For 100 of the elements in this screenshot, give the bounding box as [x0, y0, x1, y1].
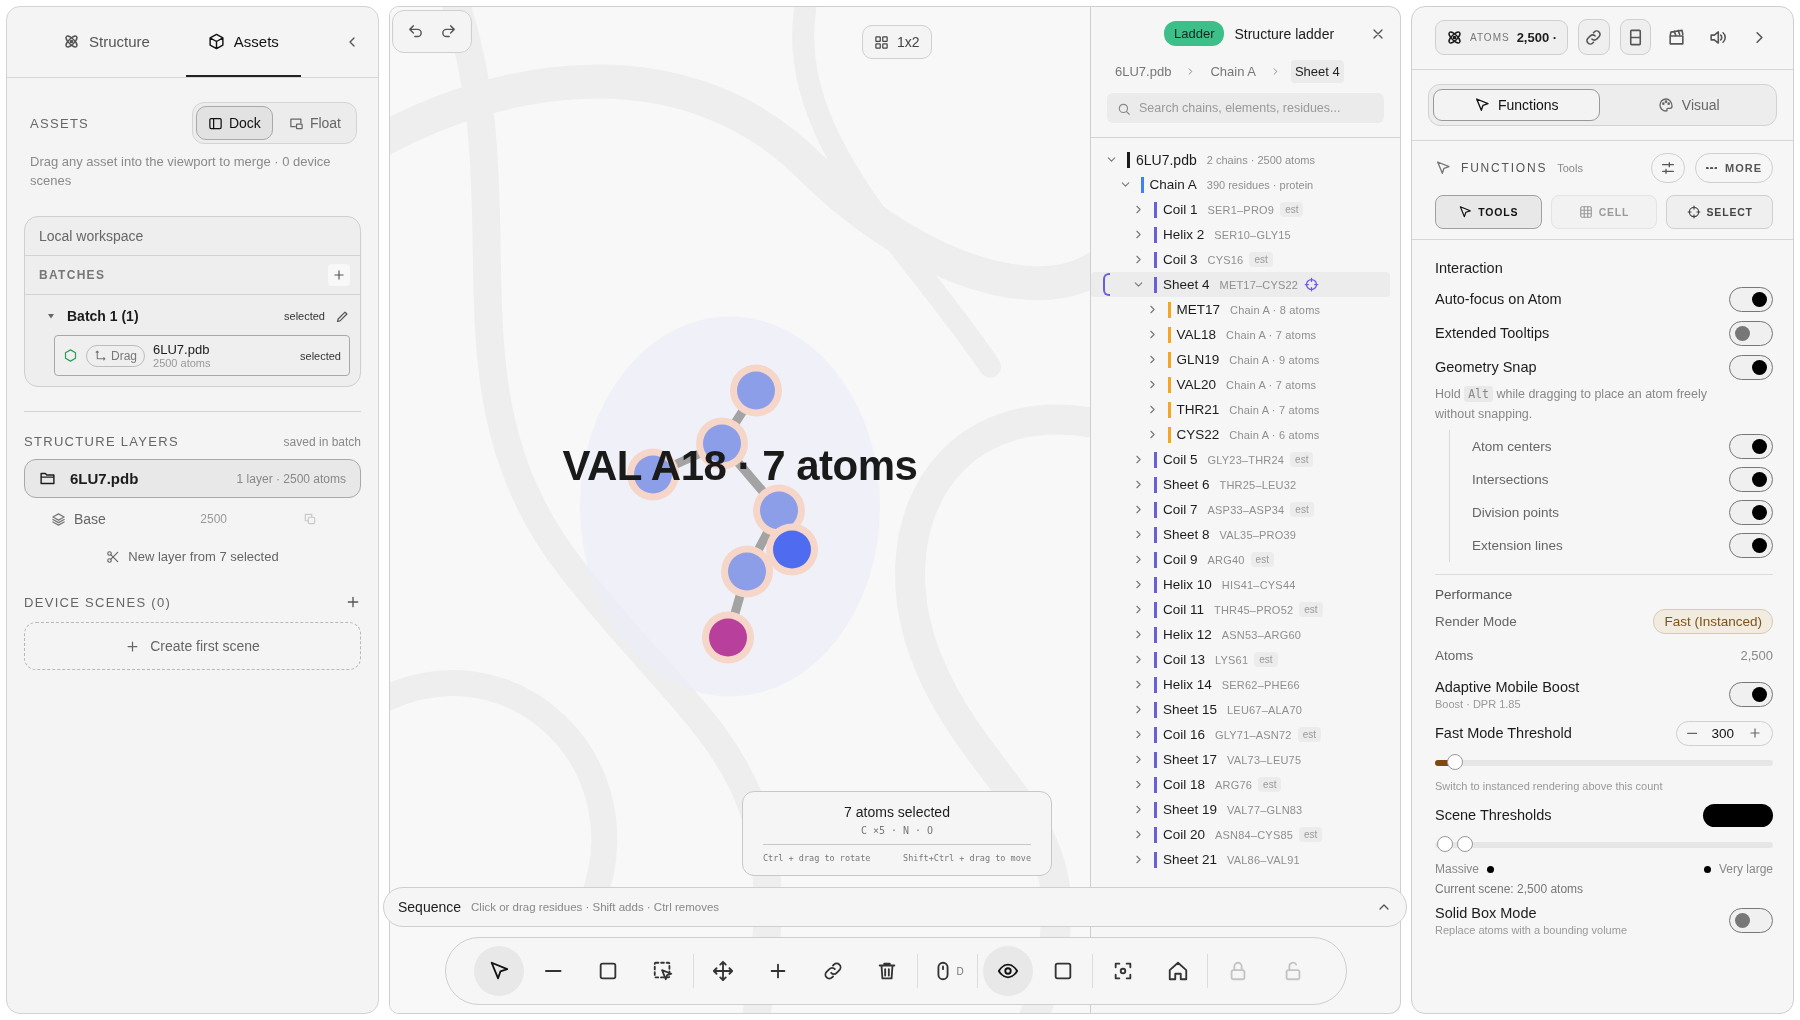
tree-item[interactable]: Sheet 19 VAL77–GLN83: [1091, 797, 1390, 822]
tree-label: Sheet 6: [1163, 477, 1210, 492]
tool-button[interactable]: [983, 946, 1034, 996]
setting-subtitle: Boost · DPR 1.85: [1435, 697, 1522, 710]
slider-thumb[interactable]: [1437, 836, 1454, 852]
slider-thumb[interactable]: [1457, 836, 1474, 852]
toggle-switch[interactable]: [1729, 907, 1773, 933]
tree-item[interactable]: CYS22 Chain A · 6 atoms: [1091, 422, 1390, 447]
toggle-switch[interactable]: [1729, 467, 1773, 492]
tree-item[interactable]: Sheet 21 VAL86–VAL91: [1091, 847, 1390, 872]
breadcrumb-item[interactable]: Chain A: [1206, 60, 1260, 83]
undo-button[interactable]: [407, 23, 424, 40]
toggle-switch[interactable]: [1729, 354, 1773, 380]
header-button[interactable]: [1578, 19, 1610, 55]
add-button[interactable]: [328, 264, 350, 286]
tab[interactable]: Functions: [1433, 89, 1600, 121]
setting-label: Scene Thresholds: [1435, 807, 1552, 823]
toggle-switch[interactable]: [1729, 500, 1773, 525]
layer-meta: 1 layer · 2500 atoms: [236, 471, 346, 486]
tree-item[interactable]: Coil 7 ASP33–ASP34 est: [1091, 497, 1390, 522]
toggle-switch[interactable]: [1729, 533, 1773, 558]
stepper-value: 300: [1711, 725, 1734, 741]
slider-thumb[interactable]: [1447, 754, 1464, 770]
tree-item[interactable]: Coil 3 CYS16 est: [1091, 247, 1390, 272]
move-icon: [712, 960, 735, 982]
tree-item[interactable]: Coil 5 GLY23–THR24 est: [1091, 447, 1390, 472]
create-scene-button[interactable]: Create first scene: [24, 622, 361, 670]
mode-button[interactable]: Float: [276, 106, 353, 140]
estimate-tag: est: [1290, 452, 1314, 467]
toggle-switch[interactable]: [1729, 320, 1773, 346]
breadcrumb-item[interactable]: Sheet 4: [1290, 60, 1344, 83]
setting-value: 2,500: [1740, 647, 1773, 663]
tab[interactable]: Visual: [1605, 89, 1772, 121]
marker-dot: [1703, 865, 1711, 873]
render-mode-pill[interactable]: Fast (Instanced): [1653, 608, 1773, 634]
tree-meta: VAL73–LEU75: [1227, 753, 1302, 766]
tree-item[interactable]: Coil 9 ARG40 est: [1091, 547, 1390, 572]
tree-item[interactable]: Coil 20 ASN84–CYS85 est: [1091, 822, 1390, 847]
tree-item[interactable]: 6LU7.pdb 2 chains · 2500 atoms: [1091, 147, 1390, 172]
mode-button[interactable]: SELECT: [1666, 195, 1773, 229]
search-field[interactable]: Search chains, elements, residues...: [1107, 93, 1384, 123]
batch-name: Batch 1 (1): [67, 308, 140, 324]
tree-item[interactable]: THR21 Chain A · 7 atoms: [1091, 397, 1390, 422]
mode-button[interactable]: TOOLS: [1435, 195, 1542, 229]
tree-item[interactable]: Coil 16 GLY71–ASN72 est: [1091, 722, 1390, 747]
threshold-pill[interactable]: [1703, 803, 1773, 827]
tree-item[interactable]: Helix 2 SER10–GLY15: [1091, 222, 1390, 247]
add-button[interactable]: [345, 594, 361, 610]
tree-item[interactable]: Helix 10 HIS41–CYS44: [1091, 572, 1390, 597]
tree-meta: Chain A · 7 atoms: [1229, 403, 1320, 416]
tree-item[interactable]: GLN19 Chain A · 9 atoms: [1091, 347, 1390, 372]
new-layer-button[interactable]: New layer from 7 selected: [24, 549, 361, 564]
undo-icon: [407, 23, 424, 40]
tool-button[interactable]: [474, 946, 524, 996]
selection-label: VAL A18 · 7 atoms: [561, 442, 919, 490]
toggle-switch[interactable]: [1729, 434, 1773, 459]
layer-file[interactable]: 6LU7.pdb 1 layer · 2500 atoms: [24, 459, 361, 498]
toggle-switch[interactable]: [1729, 681, 1773, 707]
tab[interactable]: Structure: [41, 7, 172, 77]
tab[interactable]: Assets: [185, 7, 301, 77]
tree-label: Sheet 21: [1163, 852, 1218, 867]
tree-meta: GLY71–ASN72: [1215, 728, 1292, 741]
toggle-switch[interactable]: [1729, 286, 1773, 312]
section-title: FUNCTIONS: [1461, 161, 1548, 175]
tree-item[interactable]: MET17 Chain A · 8 atoms: [1091, 297, 1390, 322]
tree-item[interactable]: Sheet 17 VAL73–LEU75: [1091, 747, 1390, 772]
tree-item[interactable]: Chain A 390 residues · protein: [1091, 172, 1390, 197]
tree-meta: THR45–PRO52: [1214, 603, 1294, 616]
tree-item[interactable]: Coil 1 SER1–PRO9 est: [1091, 197, 1390, 222]
tree-meta: THR25–LEU32: [1219, 478, 1297, 491]
tree-item[interactable]: Coil 11 THR45–PRO52 est: [1091, 597, 1390, 622]
atom-count-chip[interactable]: ATOMS 2,500 ·: [1435, 19, 1569, 55]
mode-button[interactable]: Dock: [195, 106, 273, 140]
threshold-label: Massive: [1435, 862, 1479, 876]
tree-label: MET17: [1176, 302, 1220, 317]
tree-item[interactable]: Helix 12 ASN53–ARG60: [1091, 622, 1390, 647]
atom-icon: [63, 32, 80, 50]
file-item[interactable]: Drag 6LU7.pdb 2500 atoms selected: [54, 335, 350, 376]
tree-item[interactable]: Helix 14 SER62–PHE66: [1091, 672, 1390, 697]
setting-label: Division points: [1472, 505, 1560, 520]
tree-label: Coil 20: [1163, 827, 1206, 842]
tree-item[interactable]: Sheet 4 MET17–CYS22: [1091, 272, 1390, 297]
clapperboard-icon: [1667, 27, 1687, 47]
tree-item[interactable]: Coil 13 LYS61 est: [1091, 647, 1390, 672]
pointer-icon: [1435, 160, 1451, 176]
tool-button[interactable]: D: [922, 946, 973, 996]
redo-button[interactable]: [440, 23, 457, 40]
tree-item[interactable]: VAL18 Chain A · 7 atoms: [1091, 322, 1390, 347]
tree-item[interactable]: VAL20 Chain A · 7 atoms: [1091, 372, 1390, 397]
tree-item[interactable]: Coil 18 ARG76 est: [1091, 772, 1390, 797]
tree-label: Coil 13: [1163, 652, 1206, 667]
tree-item[interactable]: Sheet 6 THR25–LEU32: [1091, 472, 1390, 497]
breadcrumb-item[interactable]: 6LU7.pdb: [1111, 60, 1176, 83]
tree-meta: SER62–PHE66: [1221, 678, 1300, 691]
popup-title: 7 atoms selected: [843, 804, 951, 820]
header-button[interactable]: [1619, 19, 1651, 55]
tree-item[interactable]: Sheet 15 LEU67–ALA70: [1091, 697, 1390, 722]
layout-button[interactable]: 1x2: [862, 25, 932, 59]
tree-item[interactable]: Sheet 8 VAL35–PRO39: [1091, 522, 1390, 547]
section-title: DEVICE SCENES (0): [24, 594, 172, 610]
